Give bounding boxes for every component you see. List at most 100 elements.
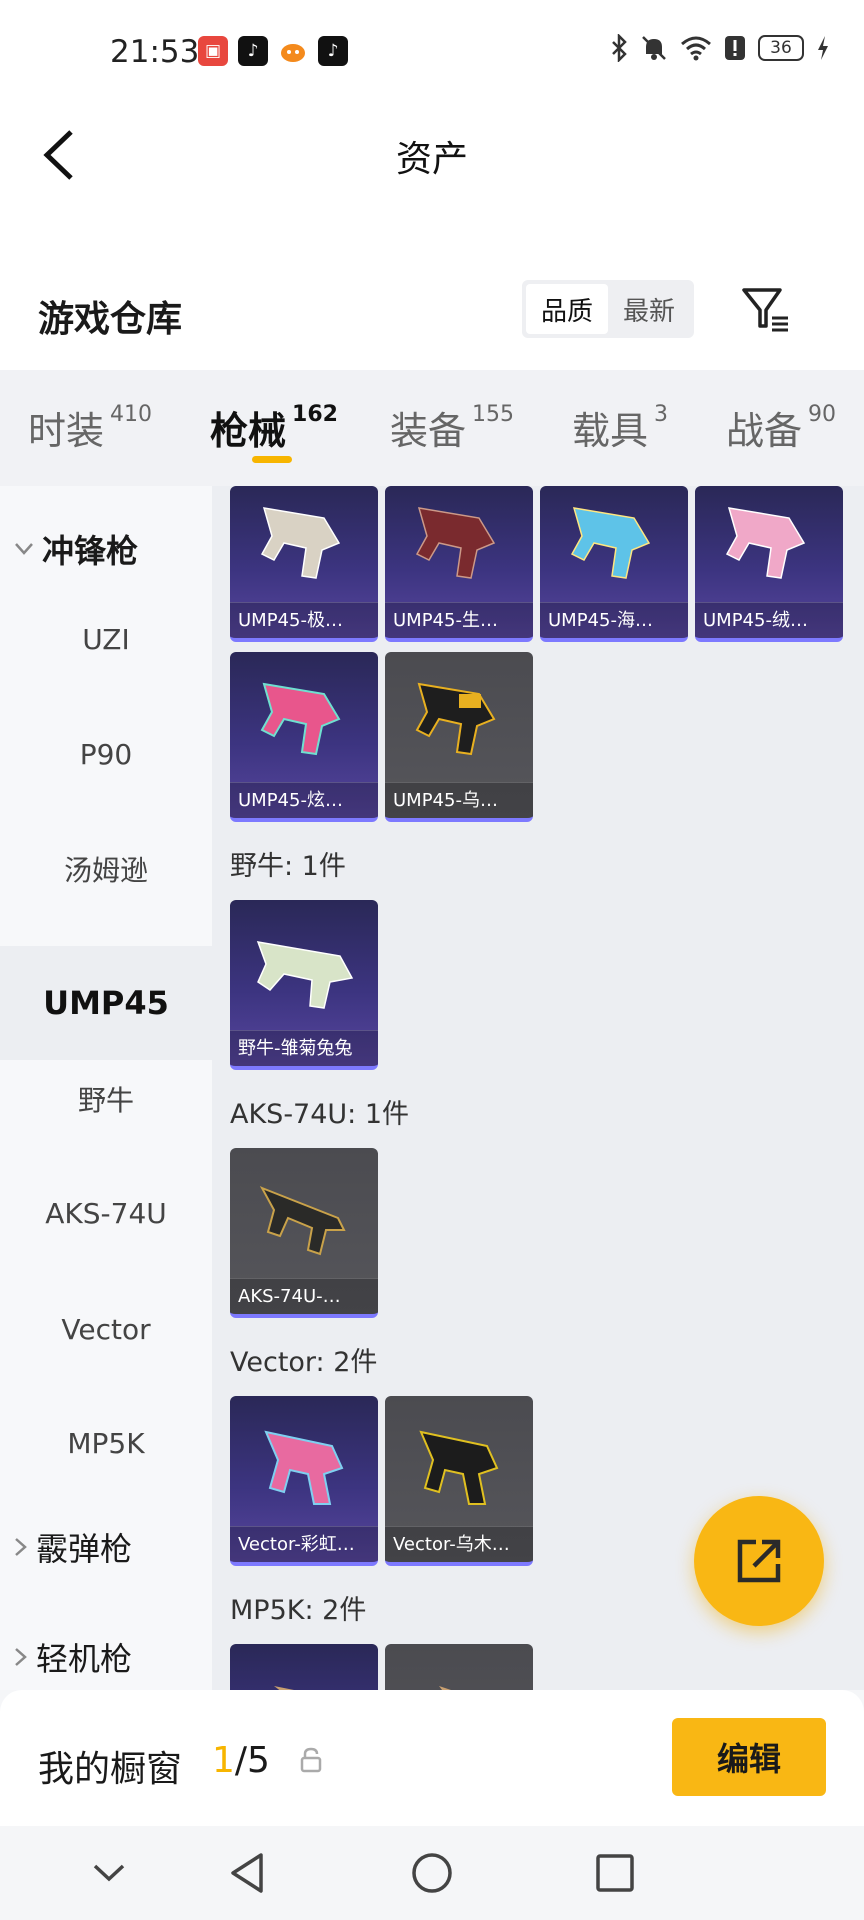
app-root: 21:53 ▣ ♪ ♪ 36 资产 游戏仓库 品质 最新 时装 410 枪械 1…: [0, 0, 864, 1920]
tab-vehicles[interactable]: 载具 3: [572, 400, 668, 455]
tab-label: 装备: [390, 409, 467, 453]
weapon-card[interactable]: UMP45-生…: [385, 486, 533, 642]
chevron-right-icon: [15, 1538, 27, 1556]
sidebar-item-bizon[interactable]: 野牛: [0, 1042, 212, 1156]
status-icons: 36: [610, 34, 830, 62]
sidebar-item-mp5k[interactable]: MP5K: [0, 1386, 212, 1500]
ump45-skin-icon: [570, 507, 651, 579]
sidebar-group-label: 冲锋枪: [42, 532, 139, 570]
circle-home-icon: [412, 1853, 452, 1893]
weapon-card[interactable]: Vector-彩虹…: [230, 1396, 378, 1566]
ump45-skin-icon: [260, 682, 341, 756]
notification-icons: ▣ ♪ ♪: [198, 36, 348, 66]
vector-skin-icon: [264, 1430, 344, 1505]
status-time: 21:53: [110, 34, 200, 70]
showcase-title: 我的橱窗: [38, 1749, 183, 1790]
nav-header: 资产: [0, 100, 864, 210]
sidebar-group-label: 轻机枪: [36, 1640, 133, 1678]
tab-label: 时装: [28, 409, 105, 453]
chevron-down-icon: [93, 1864, 125, 1882]
tab-label: 枪械: [210, 409, 287, 453]
tab-firearms[interactable]: 枪械 162: [210, 400, 338, 455]
weapon-type-sidebar: 冲锋枪 UZI P90 汤姆逊 UMP45 野牛 AKS-74U Vector …: [0, 486, 212, 1690]
weapon-card-label: UMP45-炫…: [230, 782, 378, 818]
mp5k-skin-icon: [274, 1686, 294, 1690]
weapon-card-label: UMP45-海…: [540, 602, 688, 638]
weapon-card-label: 野牛-雏菊兔兔: [230, 1030, 378, 1066]
recents-button[interactable]: [588, 1846, 642, 1900]
weapon-card[interactable]: UMP45-绒…: [695, 486, 843, 642]
group-heading-mp5k: MP5K: 2件: [230, 1595, 367, 1626]
weapon-card[interactable]: [230, 1644, 378, 1690]
group-heading-vector: Vector: 2件: [230, 1347, 378, 1378]
square-recents-icon: [596, 1854, 634, 1892]
weapon-card[interactable]: UMP45-海…: [540, 486, 688, 642]
chevron-right-icon: [15, 1648, 27, 1666]
sidebar-item-thompson[interactable]: 汤姆逊: [0, 812, 212, 926]
huawei-store-icon: ▣: [198, 36, 228, 66]
tab-count: 410: [110, 402, 153, 427]
tab-count: 90: [808, 402, 837, 427]
filter-icon: [742, 288, 788, 332]
sidebar-group-smg[interactable]: 冲锋枪: [14, 526, 138, 572]
tiktok-icon: ♪: [238, 36, 268, 66]
weapon-card[interactable]: UMP45-极…: [230, 486, 378, 642]
sidebar-item-p90[interactable]: P90: [0, 697, 212, 811]
weapon-card-label: UMP45-绒…: [695, 602, 843, 638]
weapon-card-label: Vector-彩虹…: [230, 1526, 378, 1562]
home-button[interactable]: [405, 1846, 459, 1900]
showcase-total: /5: [234, 1740, 270, 1781]
sort-quality-option[interactable]: 品质: [526, 284, 608, 334]
sort-newest-option[interactable]: 最新: [608, 284, 690, 334]
ump45-skin-icon: [725, 507, 806, 579]
sidebar-item-vector[interactable]: Vector: [0, 1272, 212, 1386]
weapon-card[interactable]: UMP45-炫…: [230, 652, 378, 822]
status-bar: 21:53 ▣ ♪ ♪ 36: [0, 0, 864, 100]
sidebar-group-lmg[interactable]: 轻机枪: [14, 1634, 132, 1680]
ump45-skin-icon: [260, 507, 341, 579]
charging-icon: [818, 36, 828, 60]
tab-label: 载具: [572, 409, 649, 453]
mp5k-skin-icon: [439, 1686, 451, 1690]
tab-fashion[interactable]: 时装 410: [28, 400, 152, 455]
bizon-skin-icon: [256, 941, 354, 1009]
weapon-card[interactable]: AKS-74U-…: [230, 1148, 378, 1318]
weapon-card[interactable]: UMP45-乌…: [385, 652, 533, 822]
sidebar-item-uzi[interactable]: UZI: [0, 582, 212, 696]
tab-label: 战备: [726, 409, 803, 453]
tab-count: 162: [292, 402, 338, 427]
triangle-back-icon: [231, 1853, 263, 1893]
battery-indicator: 36: [758, 35, 804, 61]
ump45-skin-icon: [415, 507, 496, 579]
weapon-card[interactable]: Vector-乌木…: [385, 1396, 533, 1566]
mute-bell-icon: [642, 36, 666, 60]
collapse-button[interactable]: [82, 1846, 136, 1900]
showcase-bar: 我的橱窗 1/5 编辑: [0, 1690, 864, 1826]
tab-supplies[interactable]: 战备 90: [726, 400, 836, 455]
filter-button[interactable]: [738, 282, 794, 338]
weapon-card[interactable]: [385, 1644, 533, 1690]
showcase-current: 1: [212, 1740, 235, 1781]
external-link-icon: [737, 1539, 781, 1583]
active-tab-indicator: [252, 456, 292, 463]
page-title: 资产: [395, 139, 468, 180]
weapon-card[interactable]: 野牛-雏菊兔兔: [230, 900, 378, 1070]
sidebar-group-shotgun[interactable]: 霰弹枪: [14, 1524, 132, 1570]
lock-icon: [300, 1747, 322, 1773]
weapon-card-label: UMP45-生…: [385, 602, 533, 638]
aks74u-skin-icon: [259, 1186, 346, 1256]
chevron-down-icon: [15, 543, 33, 555]
tab-count: 155: [472, 402, 515, 427]
nav-back-button[interactable]: [220, 1846, 274, 1900]
sidebar-item-aks74u[interactable]: AKS-74U: [0, 1156, 212, 1270]
wifi-icon: [681, 36, 711, 61]
share-fab-button[interactable]: [694, 1496, 824, 1626]
edit-button[interactable]: 编辑: [672, 1718, 826, 1796]
group-heading-bizon: 野牛: 1件: [230, 851, 346, 882]
sort-toggle: 品质 最新: [522, 280, 694, 338]
tab-equipment[interactable]: 装备 155: [390, 400, 514, 455]
weapon-card-label: Vector-乌木…: [385, 1526, 533, 1562]
weapon-card-label: AKS-74U-…: [230, 1278, 378, 1314]
tiktok-icon: ♪: [318, 36, 348, 66]
ump45-skin-icon: [415, 682, 496, 756]
